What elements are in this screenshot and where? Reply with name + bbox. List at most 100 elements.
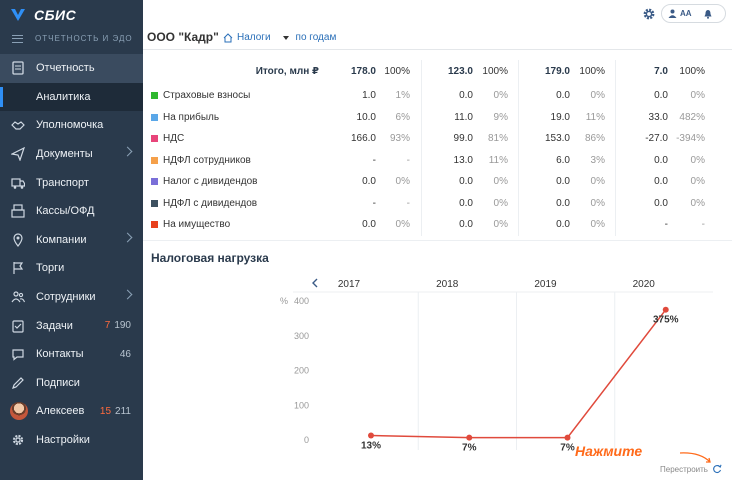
row-label: На имущество — [151, 219, 230, 230]
sidebar-item-label: Кассы/ОФД — [36, 205, 95, 218]
cell-percent: 6% — [395, 111, 410, 123]
send-icon — [10, 146, 26, 162]
cell-value: 0.0 — [654, 90, 668, 101]
breadcrumb: Налоги по годам — [223, 32, 336, 43]
cell-percent: 3% — [590, 154, 605, 166]
sidebar-item-transport[interactable]: Транспорт — [0, 168, 143, 197]
bell-icon[interactable] — [703, 9, 713, 19]
total-value: 179.0 — [544, 66, 570, 77]
chevron-right-icon[interactable] — [122, 289, 133, 300]
table-row[interactable]: Страховые взносы 1.0 1% 0.0 0% 0.0 0% 0.0 0% — [143, 86, 732, 108]
cell-percent: 0% — [690, 197, 705, 209]
chat-icon — [10, 346, 26, 362]
cell-percent: 0% — [690, 176, 705, 187]
cell-percent: - — [406, 154, 410, 166]
chart-title: Налоговая нагрузка — [151, 251, 269, 265]
sidebar-item-label: Торги — [36, 262, 65, 275]
total-value: 7.0 — [654, 66, 668, 77]
legend-swatch — [151, 92, 158, 99]
sidebar-item-authority[interactable]: Уполномочка — [0, 111, 143, 140]
sidebar-item-settings[interactable]: Настройки — [0, 426, 143, 455]
period-selector[interactable]: по годам — [296, 32, 337, 43]
cell-percent: 9% — [493, 111, 508, 123]
cell-percent: -394% — [676, 133, 705, 144]
sbis-logo-icon — [11, 9, 25, 21]
total-percent: 100% — [482, 66, 508, 77]
cell-value: 99.0 — [453, 133, 473, 144]
cell-value: 0.0 — [654, 197, 668, 209]
sidebar-item-label: Подписи — [36, 376, 80, 389]
org-title[interactable]: ООО "Кадр" — [147, 30, 219, 44]
hint-arrow-icon — [679, 452, 711, 463]
pen-icon — [10, 375, 26, 391]
table-row[interactable]: На прибыль 10.0 6% 11.0 9% 19.0 11% 33.0 482% — [143, 108, 732, 130]
user-icon[interactable] — [668, 9, 677, 18]
sidebar-item-tenders[interactable]: Торги — [0, 254, 143, 283]
sidebar-item-label: Уполномочка — [36, 119, 104, 132]
row-label: Налог с дивидендов — [151, 176, 257, 187]
sidebar-item-documents[interactable]: Документы — [0, 140, 143, 169]
table-row[interactable]: НДС 166.0 93% 99.0 81% 153.0 86% -27.0 -394% — [143, 129, 732, 151]
menu-icon[interactable] — [12, 34, 23, 43]
row-label: На прибыль — [151, 112, 219, 123]
cell-value: 0.0 — [459, 176, 473, 187]
avatar[interactable] — [10, 402, 28, 421]
sidebar-item-cash[interactable]: Кассы/ОФД — [0, 197, 143, 226]
cell-value: 166.0 — [350, 133, 376, 144]
cell-percent: 482% — [679, 111, 705, 123]
counter-badge: 15 211 — [99, 405, 131, 417]
rebuild-button[interactable]: Перестроить — [660, 464, 722, 474]
chevron-right-icon[interactable] — [122, 146, 133, 157]
sidebar-item-label: Компании — [36, 233, 87, 246]
pin-icon — [10, 232, 26, 248]
sidebar-item-companies[interactable]: Компании — [0, 226, 143, 255]
rebuild-label: Перестроить — [660, 464, 708, 474]
cell-value: 10.0 — [356, 111, 376, 123]
table-row[interactable]: НДФЛ сотрудников - - 13.0 11% 6.0 3% 0.0 0% — [143, 151, 732, 173]
sidebar-item-contacts[interactable]: Контакты 46 — [0, 340, 143, 369]
sidebar-item-reports[interactable]: Отчетность — [0, 54, 143, 83]
top-controls: АА — [661, 4, 726, 23]
cell-value: 0.0 — [362, 219, 376, 230]
chevron-right-icon[interactable] — [122, 232, 133, 243]
crumb-taxes[interactable]: Налоги — [237, 32, 271, 43]
gear-icon[interactable] — [642, 7, 656, 21]
sidebar-item-label: Задачи — [36, 319, 73, 332]
row-label: Страховые взносы — [151, 90, 250, 101]
chevron-down-icon[interactable] — [282, 35, 289, 40]
cell-percent: 11% — [585, 111, 605, 123]
cell-percent: 1% — [395, 90, 410, 101]
cell-value: 0.0 — [556, 219, 570, 230]
sidebar-item-employees[interactable]: Сотрудники — [0, 283, 143, 312]
table-row[interactable]: На имущество 0.0 0% 0.0 0% 0.0 0% - - — [143, 215, 732, 237]
data-label: 13% — [361, 440, 381, 451]
counter-badge: 46 — [119, 348, 131, 360]
refresh-icon — [713, 464, 722, 474]
sidebar-item-label: Отчетность — [36, 62, 95, 75]
sidebar-item-analytics[interactable]: Аналитика — [0, 82, 143, 112]
legend-swatch — [151, 178, 158, 185]
sidebar-item-tasks[interactable]: Задачи 7 190 — [0, 311, 143, 340]
font-size-button[interactable]: АА — [680, 9, 692, 18]
table-row[interactable]: НДФЛ с дивидендов - - 0.0 0% 0.0 0% 0.0 0% — [143, 194, 732, 216]
cell-value: 0.0 — [654, 176, 668, 187]
table-row[interactable]: Налог с дивидендов 0.0 0% 0.0 0% 0.0 0% 0.0 0% — [143, 172, 732, 194]
table-header-row: Итого, млн ₽ 178.0 100% 123.0 100% 179.0 100% 7… — [143, 60, 732, 86]
sidebar-item-label: Алексеев — [36, 405, 85, 418]
sidebar-item-user[interactable]: Алексеев 15 211 — [0, 397, 143, 426]
handshake-icon — [10, 117, 26, 133]
sidebar-item-signatures[interactable]: Подписи — [0, 369, 143, 398]
chevron-left-icon[interactable] — [312, 278, 318, 288]
total-label: Итого, млн ₽ — [255, 66, 319, 77]
legend-swatch — [151, 156, 158, 164]
cell-value: 0.0 — [362, 176, 376, 187]
app-name: СБИС — [34, 7, 77, 23]
total-value: 178.0 — [350, 66, 376, 77]
report-icon — [10, 60, 26, 76]
logo[interactable]: СБИС — [10, 6, 76, 24]
sidebar-item-label: Сотрудники — [36, 291, 96, 304]
data-point — [662, 306, 669, 313]
cell-value: 0.0 — [556, 90, 570, 101]
cell-value: 0.0 — [556, 176, 570, 187]
total-percent: 100% — [384, 66, 410, 77]
